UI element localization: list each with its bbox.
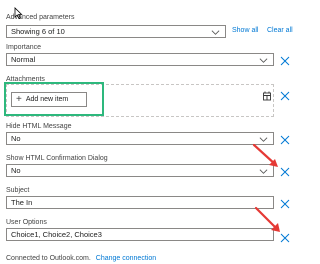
importance-value: Normal — [11, 55, 36, 64]
remove-attachments-icon[interactable] — [280, 91, 290, 101]
show-html-confirmation-value: No — [11, 166, 21, 175]
show-html-confirmation-label: Show HTML Confirmation Dialog — [6, 155, 108, 162]
red-arrow-annotation — [252, 143, 278, 167]
user-options-input[interactable]: Choice1, Choice2, Choice3 — [6, 228, 274, 241]
advanced-parameters-select[interactable]: Showing 6 of 10 — [6, 25, 226, 38]
hide-html-select[interactable]: No — [6, 132, 274, 145]
user-options-value: Choice1, Choice2, Choice3 — [11, 230, 102, 239]
plus-icon: + — [16, 94, 22, 105]
show-all-link[interactable]: Show all — [232, 27, 258, 34]
chevron-down-icon — [211, 30, 220, 35]
chevron-down-icon — [259, 58, 268, 63]
attachment-table-icon[interactable] — [262, 91, 272, 101]
mouse-cursor-icon — [14, 7, 23, 19]
subject-value: The In — [11, 198, 33, 207]
change-connection-link[interactable]: Change connection — [96, 255, 156, 262]
hide-html-label: Hide HTML Message — [6, 123, 72, 130]
importance-select[interactable]: Normal — [6, 53, 274, 66]
clear-all-link[interactable]: Clear all — [267, 27, 293, 34]
subject-label: Subject — [6, 187, 30, 194]
footer: Connected to Outlook.com. Change connect… — [6, 255, 156, 262]
subject-input[interactable]: The In — [6, 196, 274, 209]
red-arrow-annotation — [254, 206, 280, 232]
add-new-item-label: Add new item — [25, 96, 69, 103]
connected-text: Connected to Outlook.com. — [6, 255, 91, 262]
advanced-parameters-value: Showing 6 of 10 — [11, 27, 65, 36]
importance-label: Importance — [6, 44, 42, 51]
user-options-label: User Options — [6, 219, 47, 226]
add-new-item-button[interactable]: + Add new item — [11, 92, 87, 107]
show-html-confirmation-select[interactable]: No — [6, 164, 274, 177]
hide-html-value: No — [11, 134, 21, 143]
remove-importance-icon[interactable] — [280, 56, 290, 66]
